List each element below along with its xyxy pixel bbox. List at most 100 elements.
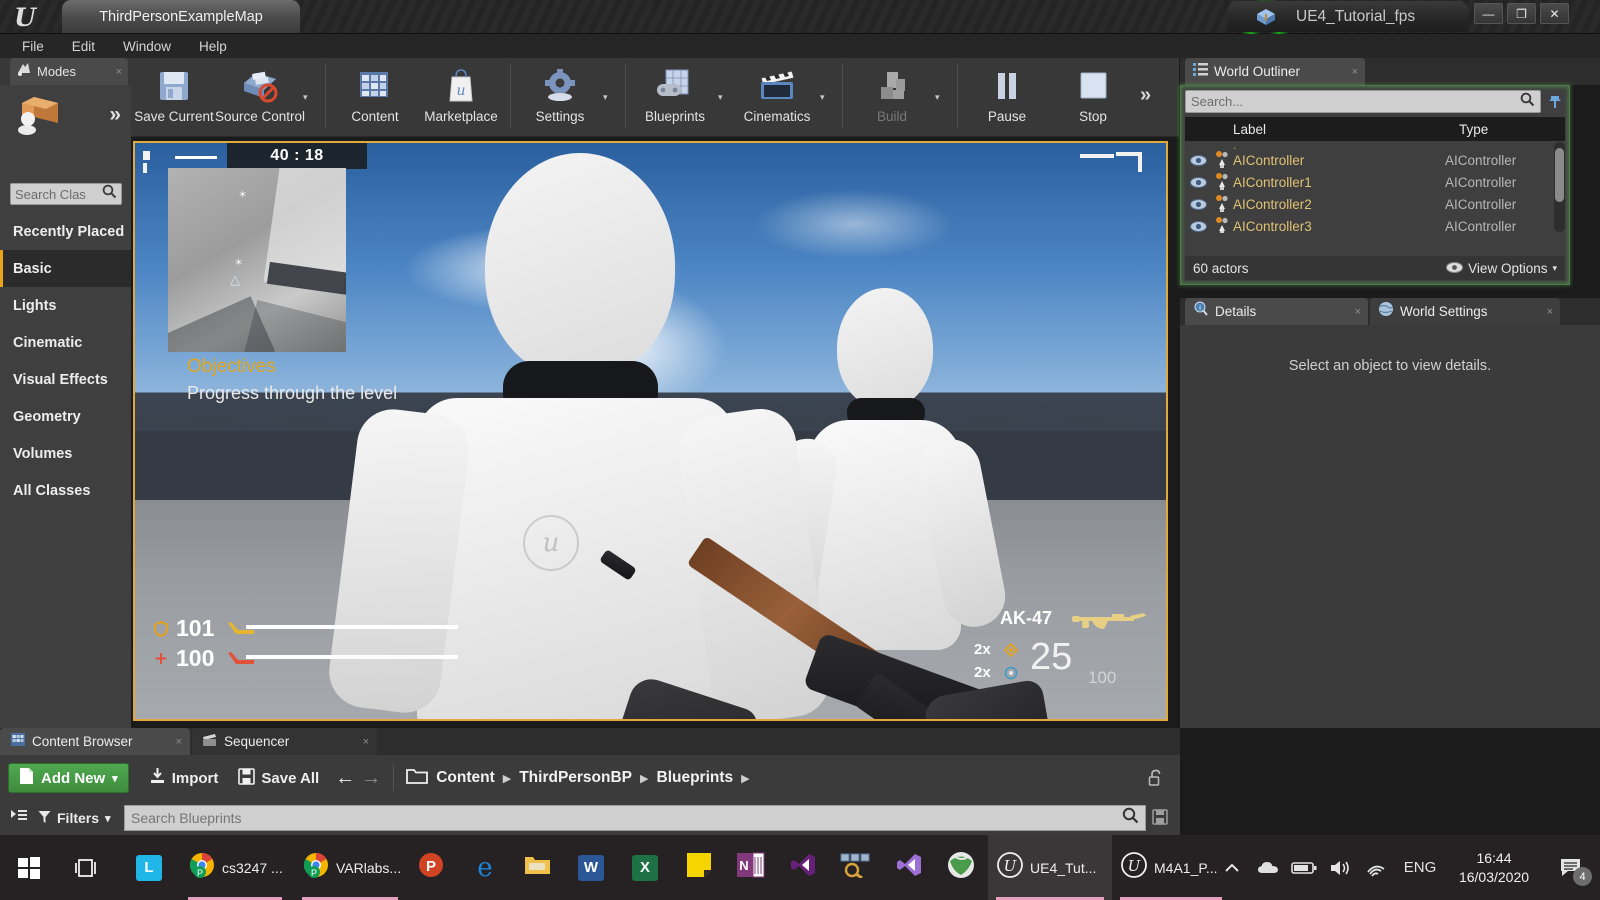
modes-tab-close-icon[interactable]: × <box>116 66 122 78</box>
visibility-eye-icon[interactable] <box>1185 198 1211 210</box>
import-button[interactable]: Import <box>149 767 218 789</box>
outliner-scrollbar[interactable] <box>1554 142 1565 232</box>
add-new-button[interactable]: Add New ▾ <box>8 763 129 793</box>
content-search-input[interactable]: Search Blueprints <box>124 805 1146 831</box>
settings-button[interactable]: Settings <box>517 58 603 132</box>
source-control-caret-icon[interactable]: ▾ <box>303 58 319 132</box>
mode-category-basic[interactable]: Basic <box>0 250 131 287</box>
place-mode-icon[interactable] <box>14 93 66 137</box>
build-button[interactable]: Build <box>849 58 935 132</box>
start-button[interactable] <box>0 835 58 900</box>
modes-expand-icon[interactable]: » <box>109 103 121 127</box>
task-view-button[interactable] <box>58 835 116 900</box>
battery-icon[interactable] <box>1286 835 1322 900</box>
taskbar-item-browser-globe[interactable] <box>936 835 986 900</box>
save-search-icon[interactable] <box>1152 809 1168 829</box>
outliner-column-type[interactable]: Type <box>1459 122 1565 137</box>
save-current-button[interactable]: Save Current <box>131 58 217 132</box>
details-tab-close-icon[interactable]: × <box>1355 306 1361 318</box>
table-row[interactable]: AIController AIController <box>1185 149 1551 171</box>
tray-expand-chevron-icon[interactable] <box>1214 835 1250 900</box>
taskbar-item-chrome-varlabs[interactable]: P VARlabs... <box>294 835 406 900</box>
outliner-column-label[interactable]: Label <box>1227 122 1459 137</box>
outliner-row-list[interactable]: . AIController AIController AIController… <box>1185 141 1551 233</box>
menu-item-help[interactable]: Help <box>185 36 241 57</box>
wifi-icon[interactable] <box>1358 835 1394 900</box>
taskbar-item-ue4-editor[interactable]: U UE4_Tut... <box>988 835 1112 900</box>
stop-button[interactable]: Stop <box>1050 58 1136 132</box>
outliner-view-options-button[interactable]: View Options ▾ <box>1446 261 1557 276</box>
taskbar-item-vscode[interactable] <box>884 835 934 900</box>
map-tab[interactable]: ThirdPersonExampleMap <box>62 0 300 33</box>
maximize-button[interactable]: ❐ <box>1507 3 1536 24</box>
taskbar-item-edge[interactable]: e <box>460 835 510 900</box>
notification-center-button[interactable]: 4 <box>1542 835 1600 900</box>
tab-details[interactable]: i Details × <box>1185 298 1368 325</box>
mode-category-all-classes[interactable]: All Classes <box>0 472 131 509</box>
pause-button[interactable]: Pause <box>964 58 1050 132</box>
blueprints-button[interactable]: Blueprints <box>632 58 718 132</box>
taskbar-item-sticky-notes[interactable] <box>674 835 724 900</box>
tab-content-browser[interactable]: Content Browser × <box>0 728 190 755</box>
visibility-eye-icon[interactable] <box>1185 176 1211 188</box>
mode-category-recently-placed[interactable]: Recently Placed <box>0 213 131 250</box>
taskbar-item-powerpoint[interactable]: P <box>406 835 456 900</box>
level-viewport[interactable]: u 40 : 18 ✶ ✶ △ Objectives Progress thro… <box>133 141 1168 721</box>
taskbar-item-visual-studio[interactable] <box>778 835 828 900</box>
language-indicator[interactable]: ENG <box>1394 835 1446 900</box>
settings-caret-icon[interactable]: ▾ <box>603 58 619 132</box>
taskbar-item-chrome-cs3247[interactable]: P cs3247 ... <box>180 835 290 900</box>
content-browser-tab-close-icon[interactable]: × <box>176 736 182 748</box>
outliner-tab-close-icon[interactable]: × <box>1352 66 1358 78</box>
outliner-search-input[interactable]: Search... <box>1185 90 1541 113</box>
table-row[interactable]: AIController2 AIController <box>1185 193 1551 215</box>
filters-button[interactable]: Filters ▾ <box>38 810 111 827</box>
tab-world-outliner[interactable]: World Outliner × <box>1185 58 1365 85</box>
cinematics-button[interactable]: Cinematics <box>734 58 820 132</box>
toolbar-overflow-icon[interactable]: » <box>1140 58 1151 132</box>
visibility-eye-icon[interactable] <box>1185 154 1211 166</box>
save-all-button[interactable]: Save All <box>238 767 319 789</box>
mode-category-geometry[interactable]: Geometry <box>0 398 131 435</box>
world-settings-tab-close-icon[interactable]: × <box>1547 306 1553 318</box>
mode-category-volumes[interactable]: Volumes <box>0 435 131 472</box>
taskbar-item-file-explorer[interactable] <box>512 835 562 900</box>
taskbar-item-ue4-m4a1[interactable]: U M4A1_P... <box>1112 835 1230 900</box>
table-row[interactable]: AIController3 AIController <box>1185 215 1551 233</box>
minimize-button[interactable]: — <box>1474 3 1503 24</box>
unlock-icon[interactable] <box>1148 769 1164 791</box>
tab-sequencer[interactable]: Sequencer × <box>192 728 377 755</box>
tab-world-settings[interactable]: World Settings × <box>1370 298 1560 325</box>
menu-item-window[interactable]: Window <box>109 36 185 57</box>
onedrive-cloud-icon[interactable] <box>1250 835 1286 900</box>
content-button[interactable]: Content <box>332 58 418 132</box>
taskbar-item-excel[interactable]: X <box>620 835 670 900</box>
menu-item-file[interactable]: File <box>8 36 58 57</box>
marketplace-button[interactable]: u Marketplace <box>418 58 504 132</box>
mode-category-visual-effects[interactable]: Visual Effects <box>0 361 131 398</box>
taskbar-item-onenote[interactable]: N <box>726 835 776 900</box>
taskbar-item-network-tool[interactable] <box>830 835 880 900</box>
modes-tab[interactable]: Modes × <box>10 58 128 85</box>
build-caret-icon[interactable]: ▾ <box>935 58 951 132</box>
mode-category-cinematic[interactable]: Cinematic <box>0 324 131 361</box>
taskbar-item-word[interactable]: W <box>566 835 616 900</box>
nav-back-button[interactable]: ← <box>335 767 355 790</box>
clock[interactable]: 16:44 16/03/2020 <box>1446 835 1542 900</box>
nav-forward-button[interactable]: → <box>361 767 381 790</box>
blueprints-caret-icon[interactable]: ▾ <box>718 58 734 132</box>
taskbar-item-lumion-app[interactable]: L <box>120 835 178 900</box>
mode-category-lights[interactable]: Lights <box>0 287 131 324</box>
close-button[interactable]: ✕ <box>1540 3 1569 24</box>
source-tree-icon[interactable] <box>10 808 28 828</box>
breadcrumb-thirdpersonbp[interactable]: ThirdPersonBP <box>519 769 632 787</box>
outliner-pin-icon[interactable] <box>1545 90 1565 113</box>
sequencer-tab-close-icon[interactable]: × <box>363 736 369 748</box>
breadcrumb-content[interactable]: Content <box>436 769 495 787</box>
visibility-eye-icon[interactable] <box>1185 220 1211 232</box>
source-control-button[interactable]: Source Control <box>215 58 305 132</box>
table-row[interactable]: AIController1 AIController <box>1185 171 1551 193</box>
cinematics-caret-icon[interactable]: ▾ <box>820 58 836 132</box>
menu-item-edit[interactable]: Edit <box>58 36 109 57</box>
breadcrumb-blueprints[interactable]: Blueprints <box>657 769 734 787</box>
